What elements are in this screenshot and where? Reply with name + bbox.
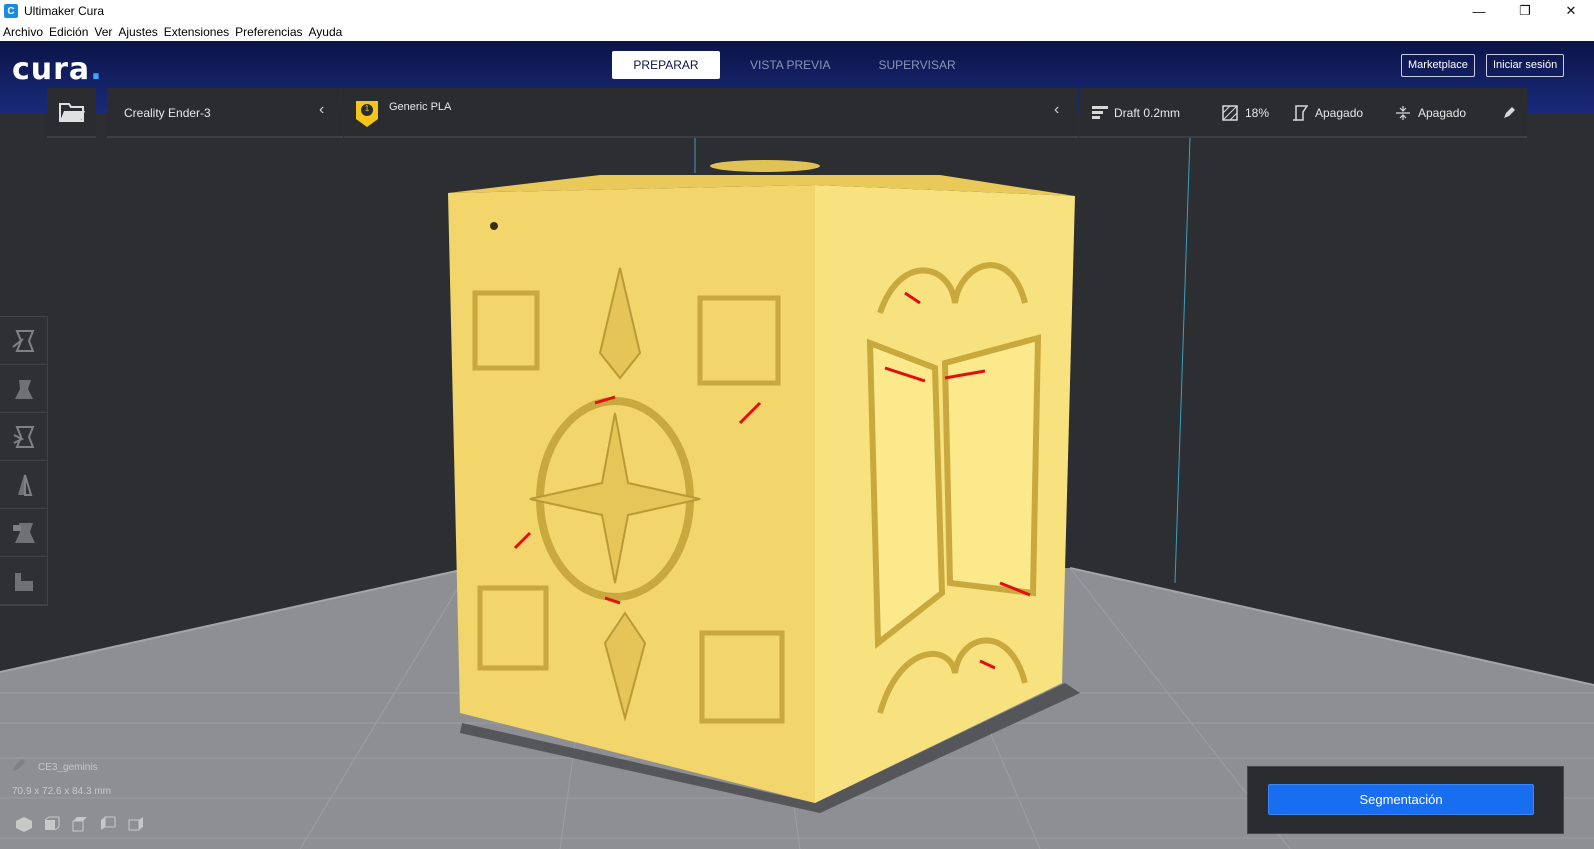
rotate-tool-button[interactable] <box>0 413 47 461</box>
build-plate-scene <box>0 136 1594 849</box>
front-view-icon[interactable] <box>42 816 62 832</box>
chevron-left-icon: ‹ <box>319 101 325 118</box>
logo-text: cura <box>12 52 91 87</box>
profile-layers-icon <box>1092 106 1108 119</box>
tab-vista-previa[interactable]: VISTA PREVIA <box>726 51 854 79</box>
object-name: CE3_geminis <box>38 762 98 773</box>
mirror-tool-button[interactable] <box>0 461 47 509</box>
menu-ayuda[interactable]: Ayuda <box>306 25 346 39</box>
maximize-button[interactable]: ❐ <box>1502 0 1548 22</box>
profile-name: Draft 0.2mm <box>1114 106 1181 120</box>
close-button[interactable]: ✕ <box>1548 0 1594 22</box>
menu-archivo[interactable]: Archivo <box>0 25 46 39</box>
print-settings-selector[interactable]: Draft 0.2mm 18% Apagado Apagado <box>1079 88 1527 138</box>
per-model-settings-icon <box>12 522 35 543</box>
folder-icon <box>58 103 85 122</box>
left-view-icon[interactable] <box>98 816 118 832</box>
minimize-button[interactable]: — <box>1456 0 1502 22</box>
menu-edicion[interactable]: Edición <box>46 25 91 39</box>
material-name: Generic PLA <box>389 101 452 113</box>
action-panel: Segmentación <box>1247 766 1564 834</box>
menubar: Archivo Edición Ver Ajustes Extensiones … <box>0 22 1594 41</box>
move-tool-icon <box>11 329 34 352</box>
signin-button[interactable]: Iniciar sesión <box>1486 54 1565 77</box>
support-value: Apagado <box>1315 106 1364 120</box>
window-controls: — ❐ ✕ <box>1456 0 1594 22</box>
cura-app-icon: C <box>4 4 18 18</box>
right-view-icon[interactable] <box>126 816 146 832</box>
cura-logo: cura. <box>12 52 103 87</box>
per-model-settings-button[interactable] <box>0 509 47 557</box>
move-tool-button[interactable] <box>0 317 47 365</box>
mirror-tool-icon <box>17 474 32 496</box>
tool-sidebar <box>0 316 48 606</box>
scale-tool-button[interactable] <box>0 365 47 413</box>
stage-tabs: PREPARAR VISTA PREVIA SUPERVISAR <box>612 51 980 79</box>
infill-icon <box>1222 105 1238 121</box>
window-titlebar: C Ultimaker Cura — ❐ ✕ <box>0 0 1594 22</box>
window-title: Ultimaker Cura <box>24 4 105 18</box>
support-icon <box>1293 105 1308 121</box>
menu-ajustes[interactable]: Ajustes <box>115 25 160 39</box>
view-orientation-controls <box>14 816 146 832</box>
extruder-number: 1 <box>364 104 370 113</box>
3d-viewport[interactable] <box>0 113 1594 849</box>
adhesion-icon <box>1396 106 1410 120</box>
support-blocker-icon <box>14 572 33 591</box>
tab-supervisar[interactable]: SUPERVISAR <box>854 51 979 79</box>
pencil-icon[interactable] <box>12 758 26 772</box>
printer-name: Creality Ender-3 <box>124 106 211 120</box>
infill-value: 18% <box>1245 106 1270 120</box>
tab-preparar[interactable]: PREPARAR <box>612 51 720 79</box>
scale-tool-icon <box>14 379 33 399</box>
z-axis-line <box>1174 136 1191 584</box>
logo-dot: . <box>90 52 103 87</box>
menu-extensiones[interactable]: Extensiones <box>161 25 232 39</box>
object-dimensions: 70.9 x 72.6 x 84.3 mm <box>12 786 111 797</box>
support-blocker-button[interactable] <box>0 557 47 605</box>
menu-preferencias[interactable]: Preferencias <box>232 25 305 39</box>
open-file-button[interactable] <box>47 88 96 138</box>
adhesion-value: Apagado <box>1418 106 1467 120</box>
top-view-icon[interactable] <box>70 816 90 832</box>
3d-view-icon[interactable] <box>14 816 34 832</box>
rotate-tool-icon <box>13 425 34 448</box>
pencil-icon <box>1504 107 1515 118</box>
slice-button[interactable]: Segmentación <box>1268 784 1534 815</box>
material-selector[interactable]: 1 Generic PLA ‹ <box>344 88 1078 138</box>
menu-ver[interactable]: Ver <box>91 25 115 39</box>
marketplace-button[interactable]: Marketplace <box>1401 54 1475 77</box>
chevron-left-icon: ‹ <box>1054 101 1060 118</box>
printer-selector[interactable]: Creality Ender-3 ‹ <box>107 88 343 138</box>
